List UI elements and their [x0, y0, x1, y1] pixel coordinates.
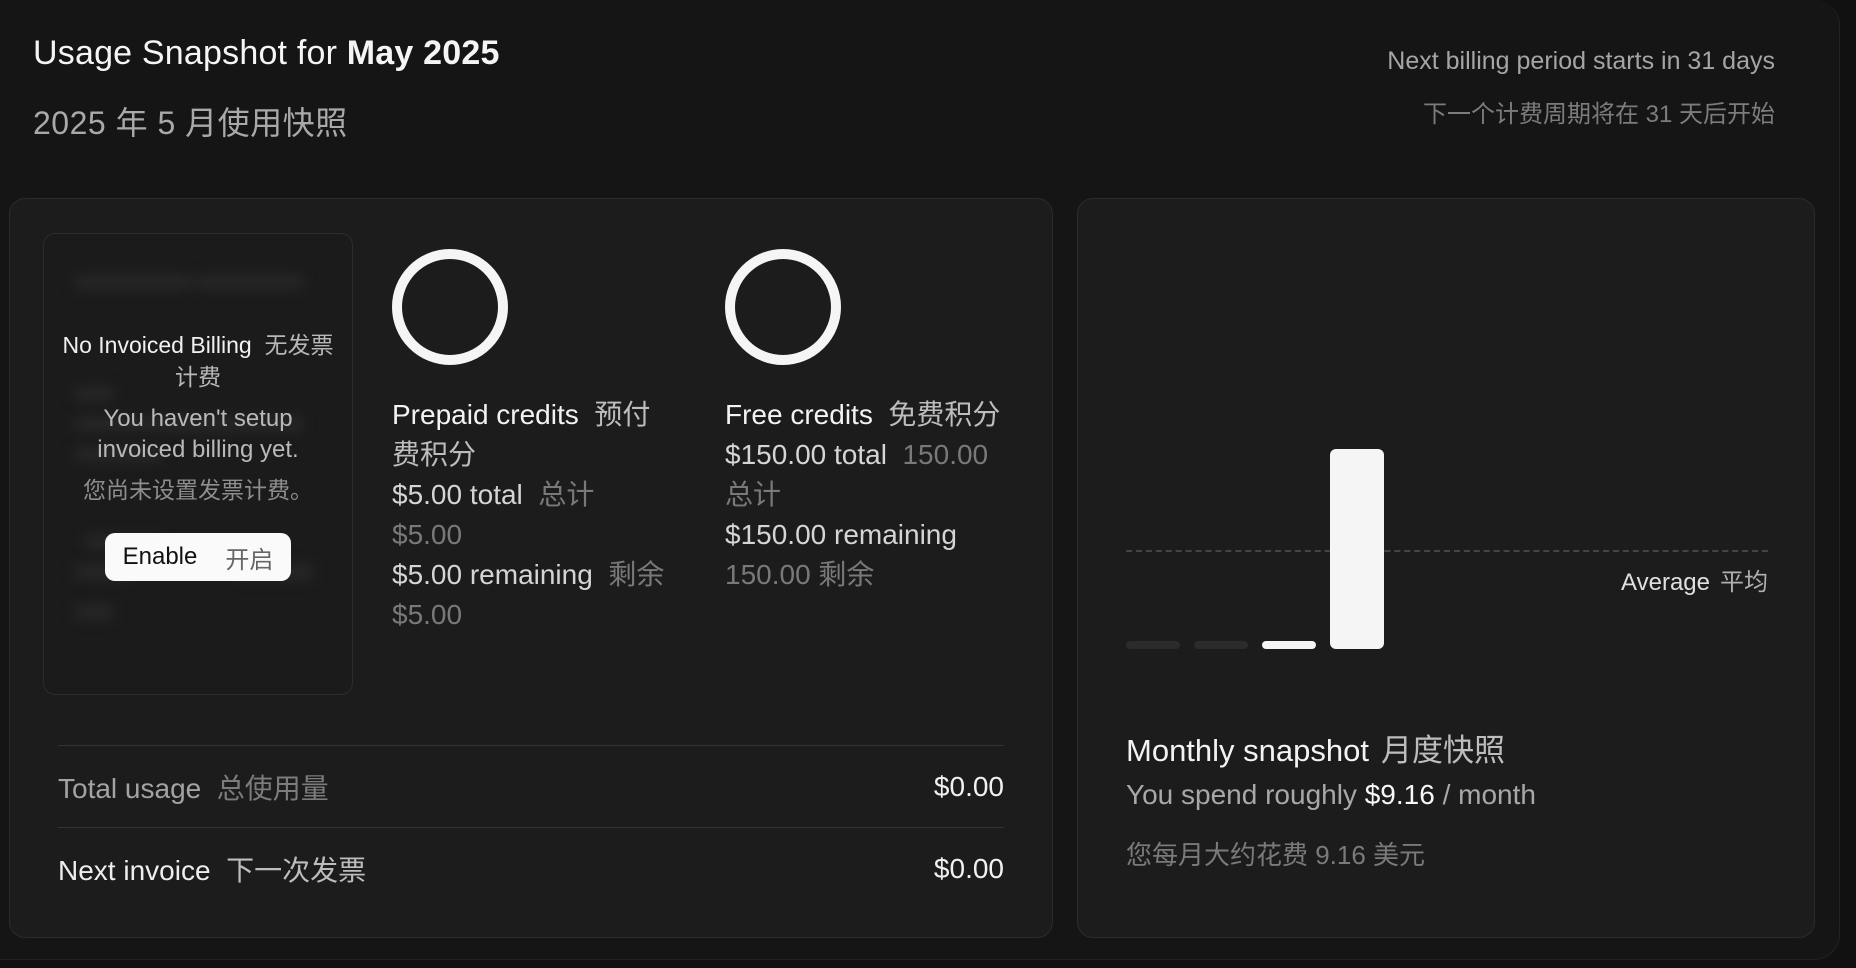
invoiced-billing-content: No Invoiced Billing 无发票计费 You haven't se…	[44, 329, 352, 581]
free-credits-title-zh: 免费积分	[888, 399, 1001, 430]
total-usage-row: Total usage 总使用量 $0.00	[58, 765, 1004, 809]
invoiced-billing-description: You haven't setup invoiced billing yet.	[97, 405, 299, 463]
invoiced-billing-title-en: No Invoiced Billing	[62, 332, 252, 358]
divider	[58, 745, 1004, 746]
page-title: Usage Snapshot for May 2025	[33, 34, 500, 73]
free-total-en: $150.00 total	[725, 439, 887, 470]
spend-prefix: You spend roughly	[1126, 779, 1365, 810]
average-label-zh: 平均	[1720, 568, 1768, 596]
free-credits-ring	[725, 249, 841, 365]
total-usage-label: Total usage 总使用量	[58, 767, 329, 807]
monthly-snapshot-title: Monthly snapshot 月度快照	[1126, 725, 1505, 770]
divider	[58, 827, 1004, 828]
prepaid-credits-title-en: Prepaid credits	[392, 399, 579, 430]
enable-invoiced-billing-button[interactable]: Enable 开启	[104, 533, 292, 581]
monthly-spend-text-zh: 您每月大约花费 9.16 美元	[1126, 840, 1426, 870]
next-invoice-label: Next invoice 下一次发票	[58, 849, 366, 889]
monthly-spend-text: You spend roughly $9.16 / month	[1126, 779, 1536, 811]
average-label: Average 平均	[1621, 562, 1768, 597]
monthly-snapshot-title-en: Monthly snapshot	[1126, 733, 1369, 768]
prepaid-total-en: $5.00 total	[392, 479, 523, 510]
free-credits-total: $150.00 total 150.00 总计	[725, 435, 1005, 515]
prepaid-credits-remaining: $5.00 remaining 剩余 $5.00	[392, 555, 672, 635]
average-line	[1126, 549, 1768, 552]
enable-button-label: Enable	[122, 543, 198, 570]
next-invoice-value: $0.00	[933, 853, 1004, 884]
prepaid-credits-ring	[392, 249, 508, 365]
prepaid-credits-title: Prepaid credits 预付费积分	[392, 395, 672, 475]
usage-snapshot-panel: Usage Snapshot for May 2025 2025 年 5 月使用…	[0, 0, 1840, 960]
billing-period-notice-zh: 下一个计费周期将在 31 天后开始	[1422, 101, 1775, 128]
free-credits: Free credits 免费积分 $150.00 total 150.00 总…	[725, 249, 1005, 595]
average-label-en: Average	[1621, 568, 1710, 596]
chart-bar	[1330, 449, 1384, 649]
invoiced-billing-box: No Invoiced Billing 无发票计费 You haven't se…	[43, 233, 353, 695]
billing-period-notice: Next billing period starts in 31 days	[1387, 47, 1775, 75]
free-credits-remaining: $150.00 remaining 150.00 剩余	[725, 515, 1005, 595]
monthly-snapshot-card: Average 平均 Monthly snapshot 月度快照 You spend…	[1077, 198, 1815, 938]
spend-suffix: / month	[1434, 779, 1536, 810]
invoiced-billing-description-zh: 您尚未设置发票计费。	[83, 477, 313, 503]
invoiced-billing-title: No Invoiced Billing 无发票计费	[62, 329, 334, 393]
free-credits-title-en: Free credits	[725, 399, 873, 430]
next-invoice-row: Next invoice 下一次发票 $0.00	[58, 847, 1004, 891]
total-usage-label-en: Total usage	[58, 773, 202, 804]
chart-bar	[1262, 641, 1316, 649]
prepaid-remaining-en: $5.00 remaining	[392, 559, 593, 590]
credits-card: No Invoiced Billing 无发票计费 You haven't se…	[9, 198, 1053, 938]
prepaid-credits: Prepaid credits 预付费积分 $5.00 total 总计 $5.…	[392, 249, 672, 635]
free-remaining-zh: 150.00 剩余	[725, 559, 875, 590]
spend-amount: $9.16	[1364, 779, 1435, 810]
page-title-zh: 2025 年 5 月使用快照	[33, 105, 348, 141]
free-remaining-en: $150.00 remaining	[725, 519, 957, 550]
total-usage-value: $0.00	[933, 771, 1004, 802]
next-invoice-label-en: Next invoice	[58, 855, 211, 886]
title-month: May 2025	[346, 34, 500, 72]
prepaid-credits-total: $5.00 total 总计 $5.00	[392, 475, 672, 555]
chart-bar	[1126, 641, 1180, 649]
enable-button-label-zh: 开启	[225, 546, 274, 574]
title-prefix: Usage Snapshot for	[33, 34, 347, 72]
next-invoice-label-zh: 下一次发票	[226, 855, 367, 886]
total-usage-label-zh: 总使用量	[216, 773, 329, 804]
free-credits-title: Free credits 免费积分	[725, 395, 1005, 435]
monthly-snapshot-title-zh: 月度快照	[1380, 733, 1505, 768]
monthly-spend-chart: Average 平均	[1126, 429, 1768, 649]
chart-bar	[1194, 641, 1248, 649]
